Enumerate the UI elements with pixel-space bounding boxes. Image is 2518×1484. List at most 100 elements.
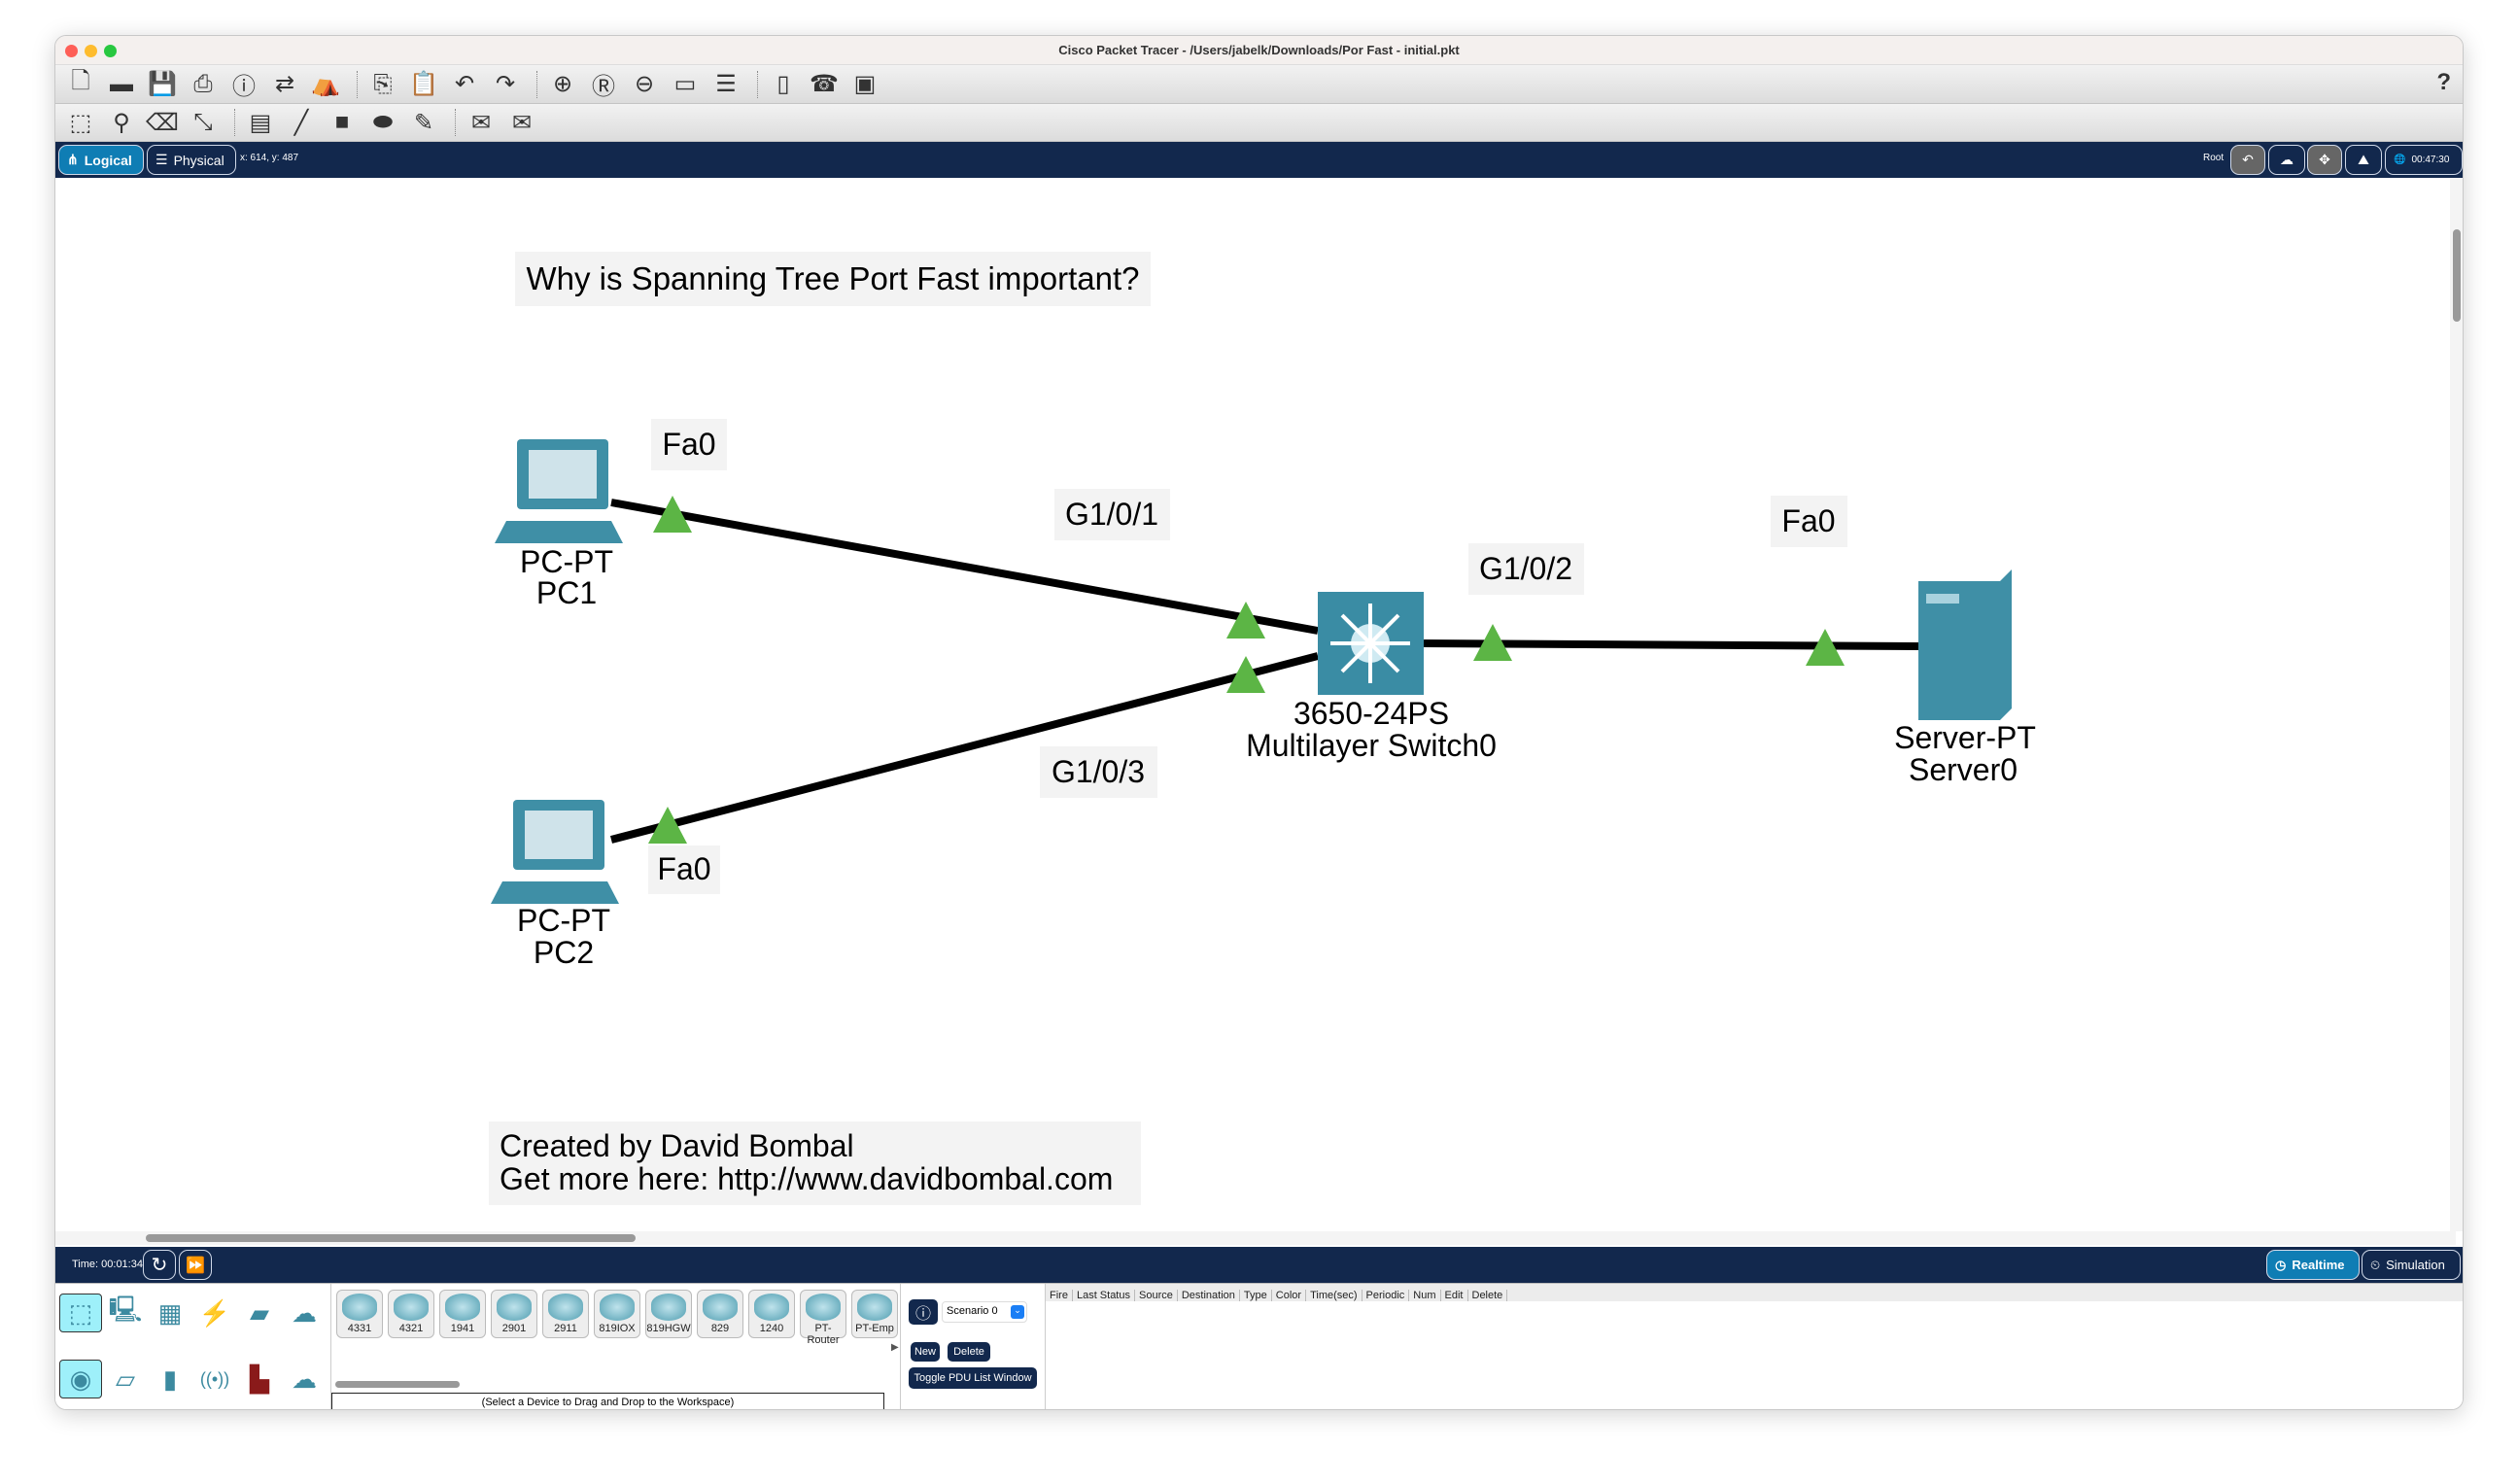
new-file-icon[interactable]: 🗋 xyxy=(63,68,98,100)
window-icon[interactable]: ▭ xyxy=(668,69,703,100)
column-header[interactable]: Fire xyxy=(1046,1290,1073,1301)
inspect-icon[interactable]: ⚲ xyxy=(104,107,139,138)
scenario-select[interactable]: Scenario 0 ⌄ xyxy=(942,1301,1027,1323)
set-background-button[interactable]: ⛰ xyxy=(2345,145,2382,175)
column-header[interactable]: Periodic xyxy=(1362,1290,1410,1301)
device-template-icon[interactable]: ▯ xyxy=(766,69,801,100)
pc1-device[interactable]: PC-PT PC1 xyxy=(495,439,623,610)
select-icon[interactable]: ⬚ xyxy=(63,107,98,138)
security-subcategory[interactable]: ▙ xyxy=(238,1360,281,1398)
line-icon[interactable]: ╱ xyxy=(284,107,319,138)
zoom-in-icon[interactable]: ⊕ xyxy=(545,69,580,100)
credits-line-2[interactable]: Get more here: http://www.davidbombal.co… xyxy=(500,1161,1113,1196)
logical-workspace[interactable]: Why is Spanning Tree Port Fast important… xyxy=(55,178,2463,1247)
column-header[interactable]: Num xyxy=(1409,1290,1441,1301)
ip-phone-icon[interactable]: ☎ xyxy=(807,69,842,100)
vertical-scrollbar[interactable] xyxy=(2450,178,2464,1231)
hubs-subcategory[interactable]: ▮ xyxy=(149,1360,191,1398)
wan-emulation-subcategory[interactable]: ☁ xyxy=(283,1360,326,1398)
redo-icon[interactable]: ↷ xyxy=(488,69,523,100)
list-icon[interactable]: ☰ xyxy=(708,69,743,100)
multilayer-switch-device[interactable]: 3650-24PS Multilayer Switch0 xyxy=(1246,592,1497,763)
link-pc1-switch[interactable] xyxy=(610,499,1319,635)
delete-icon[interactable]: ⌫ xyxy=(145,107,180,138)
back-button[interactable]: ↶ xyxy=(2230,145,2265,175)
column-header[interactable]: Time(sec) xyxy=(1306,1290,1362,1301)
credits-line-1[interactable]: Created by David Bombal xyxy=(500,1128,854,1163)
column-header[interactable]: Edit xyxy=(1441,1290,1468,1301)
new-cluster-button[interactable]: ☁ xyxy=(2268,145,2305,175)
new-scenario-button[interactable]: New xyxy=(911,1342,940,1362)
info-icon[interactable]: ⓘ xyxy=(226,69,261,100)
custom-device-icon[interactable]: ⛺ xyxy=(308,69,343,100)
pc2-device[interactable]: PC-PT PC2 xyxy=(491,800,619,970)
network-devices-category[interactable]: ⬚ xyxy=(59,1294,102,1332)
ellipse-icon[interactable]: ⬬ xyxy=(365,107,400,138)
delete-scenario-button[interactable]: Delete xyxy=(948,1342,990,1362)
heading-note[interactable]: Why is Spanning Tree Port Fast important… xyxy=(527,260,1140,296)
undo-icon[interactable]: ↶ xyxy=(447,69,482,100)
open-folder-icon[interactable]: ▬ xyxy=(104,69,139,100)
help-button[interactable]: ? xyxy=(2436,69,2451,96)
device-2901[interactable]: 2901 xyxy=(491,1290,537,1338)
column-header[interactable]: Last Status xyxy=(1073,1290,1135,1301)
realtime-mode-button[interactable]: ◷ Realtime xyxy=(2266,1250,2360,1280)
paste-icon[interactable]: 📋 xyxy=(406,69,441,100)
activity-wizard-icon[interactable]: ⇄ xyxy=(267,69,302,100)
components-category[interactable]: ▦ xyxy=(149,1294,191,1332)
fast-forward-button[interactable]: ⏩ xyxy=(179,1250,212,1280)
device-819iox[interactable]: 819IOX xyxy=(594,1290,640,1338)
info-button[interactable]: ⓘ xyxy=(909,1299,938,1325)
note-icon[interactable]: ▤ xyxy=(243,107,278,138)
device-hint: (Select a Device to Drag and Drop to the… xyxy=(331,1393,884,1409)
rectangle-icon[interactable]: ■ xyxy=(325,107,360,138)
device-label: PT-Emp xyxy=(855,1323,894,1334)
device-pt-emp[interactable]: PT-Emp xyxy=(851,1290,898,1338)
save-icon[interactable]: 💾 xyxy=(145,69,180,100)
copy-icon[interactable]: ⎘ xyxy=(365,69,400,100)
complex-pdu-icon[interactable]: ✉ xyxy=(504,107,539,138)
device-list-scrollbar[interactable] xyxy=(335,1381,460,1388)
device-pt-router[interactable]: PT-Router xyxy=(800,1290,846,1346)
vertical-scroll-thumb[interactable] xyxy=(2453,229,2461,322)
wireless-subcategory[interactable]: ((•)) xyxy=(193,1360,236,1398)
device-1941[interactable]: 1941 xyxy=(439,1290,486,1338)
power-cycle-button[interactable]: ↻ xyxy=(143,1250,176,1280)
toggle-pdu-list-button[interactable]: Toggle PDU List Window xyxy=(909,1367,1037,1389)
column-header[interactable]: Source xyxy=(1135,1290,1178,1301)
device-label: 819HGW xyxy=(646,1323,691,1334)
device-2911[interactable]: 2911 xyxy=(542,1290,589,1338)
end-devices-category[interactable]: 🖳 xyxy=(104,1294,147,1332)
multiuser-category[interactable]: ☁ xyxy=(283,1294,326,1332)
device-1240[interactable]: 1240 xyxy=(748,1290,795,1338)
freeform-icon[interactable]: ✎ xyxy=(406,107,441,138)
logical-tab[interactable]: ⋔ Logical xyxy=(58,145,144,175)
image-icon[interactable]: ▣ xyxy=(847,69,882,100)
simple-pdu-icon[interactable]: ✉ xyxy=(464,107,499,138)
resize-icon[interactable]: ⤡ xyxy=(186,107,221,138)
simulation-mode-button[interactable]: ⏲ Simulation xyxy=(2362,1250,2461,1280)
misc-category[interactable]: ▰ xyxy=(238,1294,281,1332)
collapse-arrow-icon[interactable]: ▶ xyxy=(891,1342,899,1353)
zoom-reset-icon[interactable]: Ⓡ xyxy=(586,69,621,100)
column-header[interactable]: Color xyxy=(1272,1290,1307,1301)
device-829[interactable]: 829 xyxy=(697,1290,743,1338)
horizontal-scroll-thumb[interactable] xyxy=(146,1234,636,1242)
column-header[interactable]: Destination xyxy=(1178,1290,1240,1301)
device-4331[interactable]: 4331 xyxy=(336,1290,383,1338)
device-819hgw[interactable]: 819HGW xyxy=(645,1290,692,1338)
column-header[interactable]: Delete xyxy=(1468,1290,1508,1301)
column-header[interactable]: Type xyxy=(1240,1290,1272,1301)
print-icon[interactable]: ⎙ xyxy=(186,69,221,100)
physical-tab[interactable]: ☰ Physical xyxy=(147,145,236,175)
routers-subcategory[interactable]: ◉ xyxy=(59,1360,102,1398)
device-4321[interactable]: 4321 xyxy=(388,1290,434,1338)
switches-subcategory[interactable]: ▱ xyxy=(104,1360,147,1398)
connections-category[interactable]: ⚡ xyxy=(193,1294,236,1332)
pc2-model: PC-PT xyxy=(517,903,610,938)
zoom-out-icon[interactable]: ⊖ xyxy=(627,69,662,100)
move-object-button[interactable]: ✥ xyxy=(2307,145,2342,175)
viewport-button[interactable]: 🌐 00:47:30 xyxy=(2385,145,2463,175)
link-pc2-switch[interactable] xyxy=(609,652,1320,844)
server-device[interactable]: Server-PT Server0 xyxy=(1894,569,2036,787)
